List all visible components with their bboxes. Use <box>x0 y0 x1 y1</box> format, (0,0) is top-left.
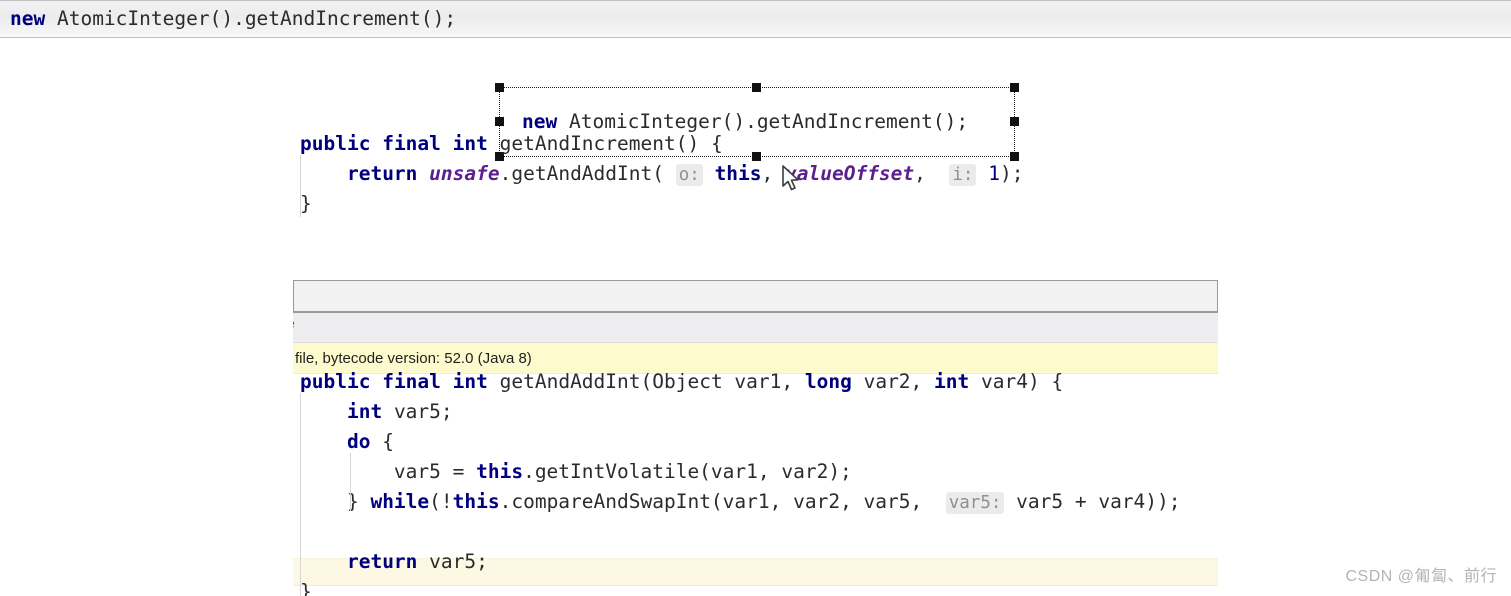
code-token: long <box>804 370 852 393</box>
code-token: int <box>452 370 488 393</box>
code-token: } <box>300 192 312 215</box>
code-token: final <box>382 132 441 155</box>
code-line: return var5; <box>300 547 1181 577</box>
code-token: i: <box>949 164 977 186</box>
code-line: } <box>300 577 1181 596</box>
code-token: while <box>370 490 430 513</box>
code-token: var2, <box>851 370 935 393</box>
decompiler-popup[interactable]: e file, bytecode version: 52.0 (Java 8) <box>293 280 1218 374</box>
code-token: var5; <box>417 550 488 573</box>
code-token: valueOffset <box>785 162 915 185</box>
code-line: var5 = this.getIntVolatile(var1, var2); <box>300 457 1181 487</box>
code-token: ); <box>999 162 1024 185</box>
code-token: return <box>346 162 418 185</box>
code-token: int <box>346 400 383 423</box>
code-token: new <box>10 7 46 30</box>
code-line: } <box>300 189 1023 219</box>
code-token: var5: <box>945 492 1005 514</box>
code-token: { <box>370 430 394 453</box>
mouse-cursor <box>781 165 803 195</box>
code-lines-top: public final int getAndIncrement() { ret… <box>300 129 1023 219</box>
resize-handle-w[interactable] <box>495 117 504 126</box>
code-token: return <box>346 550 418 573</box>
code-token: do <box>346 430 371 453</box>
expression-bar-text: new AtomicInteger().getAndIncrement(); <box>10 4 456 34</box>
resize-handle-n[interactable] <box>752 83 761 92</box>
csdn-watermark: CSDN @匍匐、前行 <box>1345 568 1497 585</box>
code-line: int var5; <box>300 397 1181 427</box>
code-token: o: <box>675 164 703 186</box>
code-token: getAndIncrement() { <box>487 132 723 155</box>
resize-handle-nw[interactable] <box>495 83 504 92</box>
popup-clipped-row-text: e <box>293 315 295 331</box>
popup-search-input[interactable] <box>293 280 1218 313</box>
code-token: this <box>714 162 762 185</box>
code-token: int <box>934 370 970 393</box>
code-token: .compareAndSwapInt(var1, var2, var5, <box>499 490 946 513</box>
code-token: .getAndAddInt( <box>499 162 676 185</box>
code-token: , <box>914 162 950 185</box>
code-token: final <box>382 370 441 393</box>
code-token: var5 = <box>300 460 477 483</box>
resize-handle-ne[interactable] <box>1010 83 1019 92</box>
code-token: var5; <box>382 400 453 423</box>
code-line: do { <box>300 427 1181 457</box>
editor-surface[interactable]: new AtomicInteger().getAndIncrement(); p… <box>0 39 1511 596</box>
code-token: int <box>452 132 488 155</box>
indent-guide <box>300 393 301 596</box>
code-token: (! <box>429 490 453 513</box>
code-token: getAndAddInt(Object var1, <box>487 370 805 393</box>
code-line: } while(!this.compareAndSwapInt(var1, va… <box>300 487 1181 517</box>
code-token: var5 + var4)); <box>1004 490 1181 513</box>
code-token: this <box>476 460 524 483</box>
resize-handle-e[interactable] <box>1010 117 1019 126</box>
code-token: AtomicInteger().getAndIncrement(); <box>45 7 457 30</box>
code-token: } <box>300 490 371 513</box>
code-block-getandaddint[interactable]: public final int getAndAddInt(Object var… <box>300 367 1181 596</box>
code-lines-bottom: public final int getAndAddInt(Object var… <box>300 367 1181 596</box>
code-block-getandincrement[interactable]: public final int getAndIncrement() { ret… <box>300 129 1023 219</box>
code-token: 1 <box>988 162 1000 185</box>
code-token: this <box>452 490 500 513</box>
code-line: return unsafe.getAndAddInt( o: this, val… <box>300 159 1023 189</box>
indent-guide <box>300 155 301 217</box>
code-token: public <box>300 132 371 155</box>
bytecode-version-text: file, bytecode version: 52.0 (Java 8) <box>295 349 532 367</box>
code-line: public final int getAndIncrement() { <box>300 129 1023 159</box>
code-token: var4) { <box>969 370 1064 393</box>
code-token: .getIntVolatile(var1, var2); <box>523 460 852 483</box>
code-token: unsafe <box>429 162 500 185</box>
code-line: public final int getAndAddInt(Object var… <box>300 367 1181 397</box>
screen-root: new AtomicInteger().getAndIncrement(); n… <box>0 0 1511 596</box>
code-token: } <box>300 580 312 596</box>
code-token: public <box>300 370 371 393</box>
indent-guide <box>350 453 351 511</box>
popup-clipped-row[interactable]: e <box>293 313 1218 343</box>
expression-bar[interactable]: new AtomicInteger().getAndIncrement(); <box>0 0 1511 38</box>
